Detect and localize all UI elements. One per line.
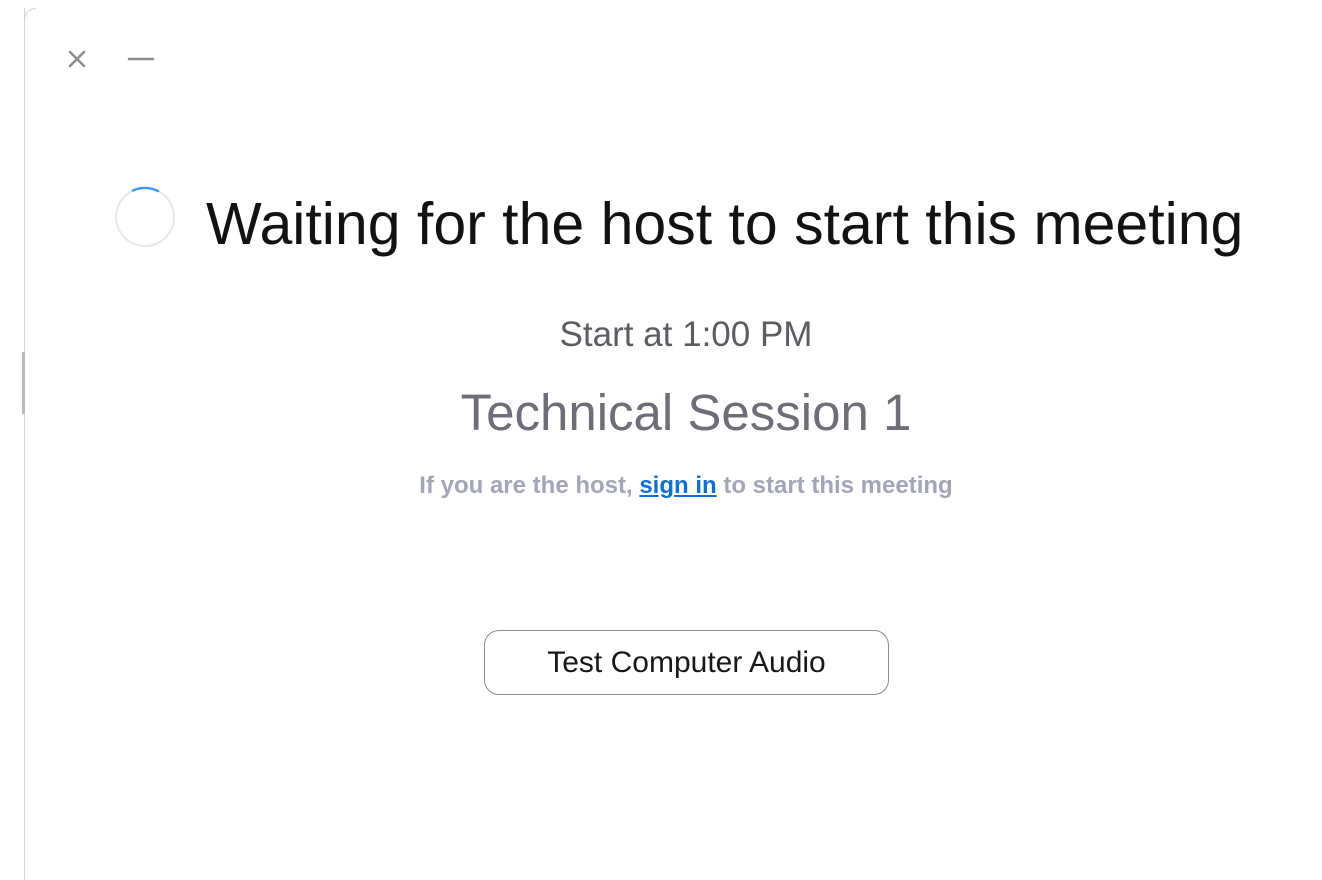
host-sign-in-note: If you are the host, sign in to start th… xyxy=(0,470,1322,502)
minimize-button[interactable] xyxy=(126,46,156,72)
test-computer-audio-button[interactable]: Test Computer Audio xyxy=(484,630,889,695)
waiting-headline: Waiting for the host to start this meeti… xyxy=(206,191,1244,257)
window-corner xyxy=(24,8,36,20)
close-icon xyxy=(68,50,86,68)
meeting-title: Technical Session 1 xyxy=(460,384,912,441)
host-note-prefix: If you are the host, xyxy=(419,472,640,499)
meeting-start-time: Start at 1:00 PM xyxy=(559,315,813,354)
close-button[interactable] xyxy=(64,46,90,72)
minimize-icon xyxy=(127,57,155,61)
host-note-suffix: to start this meeting xyxy=(716,472,953,499)
loading-spinner-icon xyxy=(115,186,175,247)
waiting-room-window: Waiting for the host to start this meeti… xyxy=(0,0,1322,880)
sign-in-link[interactable]: sign in xyxy=(639,472,716,499)
window-left-border xyxy=(24,8,25,880)
